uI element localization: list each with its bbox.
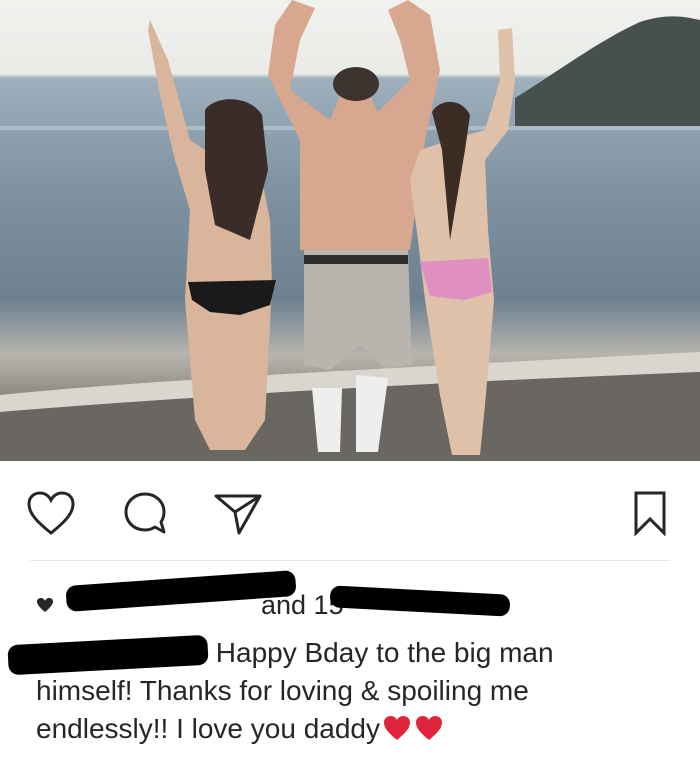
redaction-bar <box>329 585 511 617</box>
red-heart-emoji-icon <box>415 716 442 740</box>
share-icon[interactable] <box>213 488 263 538</box>
post-action-bar <box>0 461 700 561</box>
heart-icon[interactable] <box>26 488 76 538</box>
comment-icon[interactable] <box>120 488 170 538</box>
beach-photo-illustration <box>0 0 700 461</box>
bookmark-icon[interactable] <box>625 488 675 538</box>
divider <box>30 560 670 561</box>
liked-heart-icon <box>37 598 53 612</box>
post-photo[interactable] <box>0 0 700 461</box>
red-heart-emoji-icon <box>383 716 410 740</box>
